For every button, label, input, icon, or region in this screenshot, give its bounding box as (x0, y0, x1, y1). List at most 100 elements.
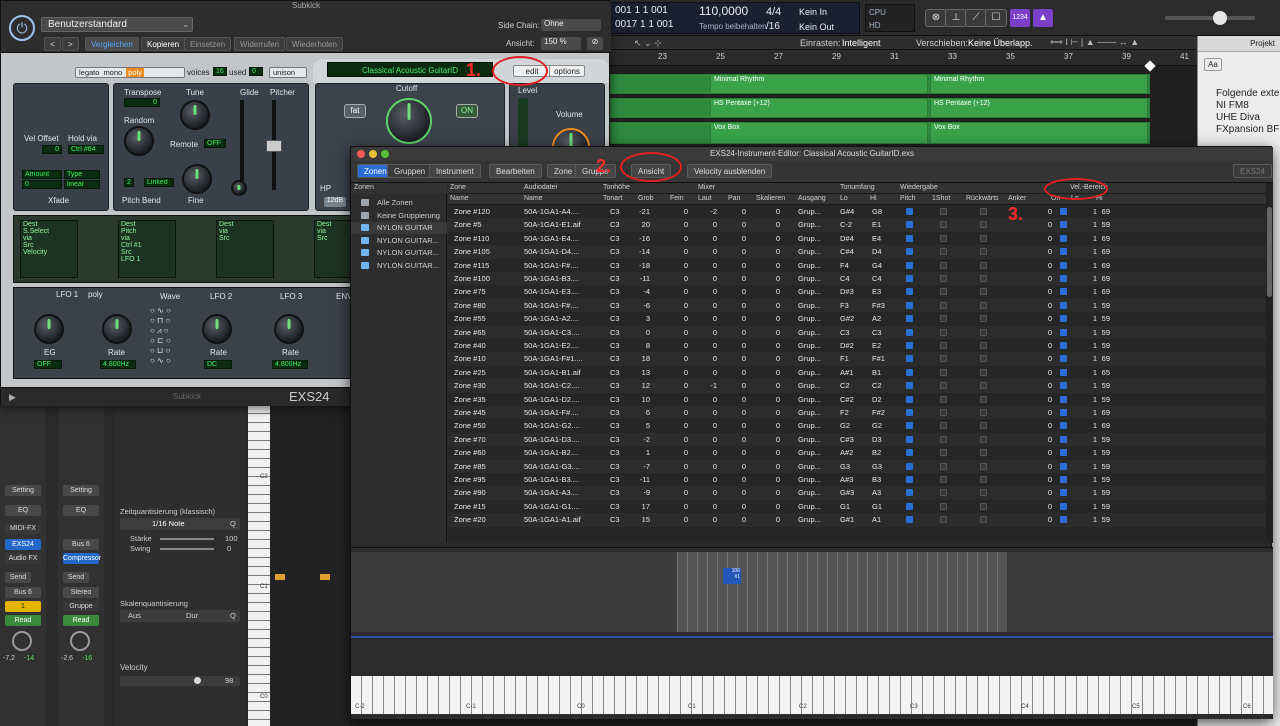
table-cell[interactable]: 50A-1GA1-G1.... (524, 502, 596, 511)
table-row[interactable]: Zone #45 50A-1GA1-F#.... C3 6 0 0 0 0 Grup... F2 F… (448, 406, 1266, 420)
row-checkbox[interactable] (940, 435, 947, 443)
row-checkbox[interactable] (906, 248, 913, 256)
send-button[interactable]: Send (5, 572, 31, 583)
table-cell[interactable]: 0 (666, 368, 688, 377)
table-cell[interactable]: A#3 (840, 475, 853, 484)
table-cell[interactable]: 0 (1030, 220, 1052, 229)
table-cell[interactable]: -18 (628, 261, 650, 270)
table-cell[interactable]: C#3 (840, 435, 854, 444)
minimize-icon[interactable] (369, 150, 377, 158)
zone-list-item[interactable]: NYLON GUITAR... (351, 235, 447, 247)
column-header[interactable]: Rückwärts (966, 195, 999, 202)
row-checkbox[interactable] (980, 462, 987, 470)
table-cell[interactable]: 0 (666, 435, 688, 444)
table-cell[interactable]: Grup... (798, 502, 836, 511)
table-cell[interactable]: 0 (724, 341, 746, 350)
table-cell[interactable]: 50A-1GA1-D4.... (524, 247, 596, 256)
table-cell[interactable]: C3 (610, 314, 620, 323)
region[interactable]: Vox Box (930, 122, 1148, 144)
table-cell[interactable]: 59 (1088, 435, 1110, 444)
table-row[interactable]: Zone #60 50A-1GA1-B2.... C3 1 0 0 0 0 Grup... A#2… (448, 446, 1266, 460)
table-cell[interactable]: B1 (872, 368, 881, 377)
table-cell[interactable]: 0 (724, 287, 746, 296)
table-cell[interactable]: 0 (758, 462, 780, 471)
midi-fx-slot[interactable]: MIDI-FX (5, 523, 41, 534)
table-row[interactable]: Zone #105 50A-1GA1-D4.... C3 -14 0 0 0 0 Grup...… (448, 245, 1266, 259)
table-cell[interactable]: 0 (666, 301, 688, 310)
table-row[interactable]: Zone #70 50A-1GA1-D3.... C3 -2 0 0 0 0 Grup... C#… (448, 432, 1266, 447)
table-cell[interactable]: 50A-1GA1-B1.aif (524, 368, 596, 377)
table-cell[interactable]: 0 (758, 354, 780, 363)
table-cell[interactable]: 59 (1088, 381, 1110, 390)
row-checkbox[interactable] (1060, 489, 1067, 497)
bus-input[interactable]: Bus 6 (63, 539, 99, 550)
cycle-icon[interactable]: ⊗ (925, 9, 947, 27)
row-checkbox[interactable] (906, 288, 913, 296)
table-cell[interactable]: G#4 (840, 207, 854, 216)
table-cell[interactable]: C3 (840, 328, 850, 337)
zone-list-item[interactable]: NYLON GUITAR... (351, 260, 447, 272)
table-cell[interactable]: G2 (840, 421, 850, 430)
row-checkbox[interactable] (1060, 301, 1067, 309)
table-cell[interactable]: 0 (758, 301, 780, 310)
row-checkbox[interactable] (906, 301, 913, 309)
table-cell[interactable]: -14 (628, 247, 650, 256)
table-cell[interactable]: A#2 (840, 448, 853, 457)
region[interactable]: HS Pentaxe (+12) (930, 98, 1148, 118)
table-cell[interactable]: G#2 (840, 314, 854, 323)
master-volume-knob[interactable] (1213, 11, 1227, 25)
table-cell[interactable]: D#4 (840, 234, 854, 243)
row-checkbox[interactable] (940, 301, 947, 309)
table-cell[interactable]: Zone #35 (454, 395, 486, 404)
row-checkbox[interactable] (940, 342, 947, 349)
table-cell[interactable]: 13 (628, 368, 650, 377)
table-cell[interactable]: 0 (695, 287, 717, 296)
view-zoom-select[interactable]: 150 % (541, 37, 581, 50)
table-cell[interactable]: G4 (872, 261, 882, 270)
row-checkbox[interactable] (906, 395, 913, 403)
exs24-button[interactable]: EXS24 (1233, 164, 1272, 178)
table-cell[interactable]: 0 (724, 354, 746, 363)
row-checkbox[interactable] (906, 275, 913, 282)
table-cell[interactable]: 0 (666, 287, 688, 296)
row-checkbox[interactable] (906, 449, 913, 457)
lfo3-rate-knob[interactable] (274, 314, 304, 344)
table-cell[interactable]: C3 (610, 261, 620, 270)
lfo1-eg-knob[interactable] (34, 314, 64, 344)
table-cell[interactable]: 0 (758, 381, 780, 390)
table-cell[interactable]: 0 (724, 234, 746, 243)
table-cell[interactable]: F3 (840, 301, 849, 310)
xfade-type-value[interactable]: linear (64, 180, 100, 189)
table-cell[interactable]: Grup... (798, 488, 836, 497)
table-cell[interactable]: 59 (1088, 220, 1110, 229)
lfo1-rate-value[interactable]: 4.800Hz (100, 360, 136, 369)
table-cell[interactable]: 0 (724, 408, 746, 417)
table-cell[interactable]: 69 (1088, 287, 1110, 296)
table-cell[interactable]: 0 (1030, 354, 1052, 363)
notes-text[interactable]: Folgende exte NI FM8 UHE Diva FXpansion … (1216, 88, 1279, 136)
table-row[interactable]: Zone #20 50A-1GA1-A1.aif C3 15 0 0 0 0 Grup... G#… (448, 513, 1266, 527)
table-cell[interactable]: 0 (758, 368, 780, 377)
fat-button[interactable]: fat (344, 104, 366, 118)
table-cell[interactable]: 0 (724, 274, 746, 283)
tab-groups[interactable]: Gruppen (387, 164, 433, 178)
table-cell[interactable]: 0 (1030, 287, 1052, 296)
table-cell[interactable]: Zone #10 (454, 354, 486, 363)
table-cell[interactable]: G2 (872, 421, 882, 430)
piano-keyboard[interactable]: C2 C1 C0 (248, 405, 270, 726)
row-checkbox[interactable] (980, 315, 987, 323)
table-cell[interactable]: Zone #85 (454, 462, 486, 471)
table-cell[interactable]: 0 (666, 488, 688, 497)
table-cell[interactable]: 0 (1030, 234, 1052, 243)
table-cell[interactable]: -4 (628, 287, 650, 296)
table-cell[interactable]: 0 (1030, 314, 1052, 323)
row-checkbox[interactable] (1060, 462, 1067, 470)
table-cell[interactable]: C4 (840, 274, 850, 283)
table-cell[interactable]: Grup... (798, 381, 836, 390)
table-cell[interactable]: 50A-1GA1-C3.... (524, 328, 596, 337)
row-checkbox[interactable] (1060, 409, 1067, 416)
table-cell[interactable]: 0 (695, 274, 717, 283)
row-checkbox[interactable] (980, 516, 987, 524)
scale-type[interactable]: Dur (186, 611, 198, 620)
scrollbar-thumb[interactable] (1267, 207, 1272, 297)
